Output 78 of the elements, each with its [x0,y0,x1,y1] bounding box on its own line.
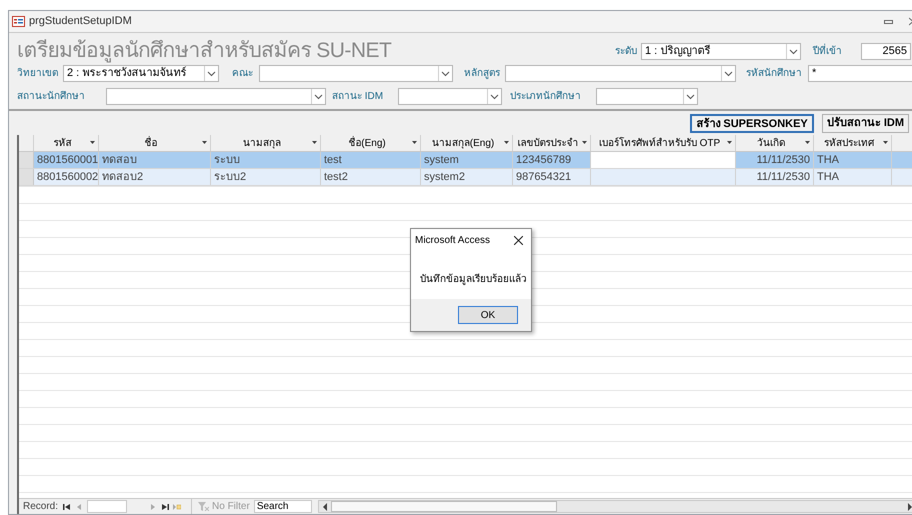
horizontal-scrollbar[interactable] [318,500,912,513]
table-cell: 8801560001 [34,152,99,168]
field-label: คณะ [232,67,254,81]
last-record-icon[interactable] [161,502,170,510]
table-cell: 11/11/2530 [736,152,814,168]
form-icon [12,16,25,27]
sort-arrow-icon[interactable] [503,141,510,145]
dropdown-field[interactable] [505,65,736,82]
field-label: ปีที่เข้า [813,44,857,59]
chevron-down-icon[interactable] [789,48,798,54]
sort-arrow-icon[interactable] [804,141,811,145]
column-header[interactable]: วันเกิด [736,135,814,151]
table-cell: ระบบ2 [211,169,321,185]
field-label: วิทยาเขต [17,67,59,81]
table-cell: ทดสอบ2 [99,169,211,185]
table-cell: ทดสอบ [99,152,211,168]
first-record-icon[interactable] [63,502,72,510]
field-label: หลักสูตร [464,67,501,81]
column-header[interactable]: ชื่อ [99,135,211,151]
dialog-title: Microsoft Access [415,234,492,248]
table-cell[interactable] [591,152,736,168]
window-title: prgStudentSetupIDM [29,14,132,30]
column-header[interactable]: เลขบัตรประจำ [513,135,591,151]
table-cell: system2 [421,169,513,185]
chevron-down-icon[interactable] [441,70,450,76]
close-icon[interactable] [514,236,523,244]
column-header[interactable]: เบอร์โทรศัพท์สำหรับรับ OTP [591,135,736,151]
sort-arrow-icon[interactable] [882,141,889,145]
field-label: ระดับ [614,45,637,59]
record-label: Record: [23,500,58,514]
scroll-right-icon[interactable] [906,502,912,510]
input-field[interactable]: * [808,65,912,82]
sort-arrow-icon[interactable] [201,141,208,145]
chevron-down-icon[interactable] [686,94,695,100]
column-header[interactable]: รหัสประเทศ [814,135,892,151]
dropdown-field[interactable]: 1 : ปริญญาตรี [641,43,801,60]
sort-arrow-icon[interactable] [89,141,96,145]
table-cell: system [421,152,513,168]
dropdown-field[interactable] [106,88,326,105]
record-number-field[interactable] [87,500,128,513]
sort-arrow-icon[interactable] [311,141,318,145]
column-header[interactable]: นามสกุล [211,135,321,151]
table-cell: 11/11/2530 [736,169,814,185]
minimize-icon[interactable] [884,20,893,24]
sort-arrow-icon[interactable] [581,141,588,145]
table-cell: test2 [321,169,421,185]
chevron-down-icon[interactable] [724,70,733,76]
field-label: รหัสนักศึกษา [746,67,803,81]
dropdown-field[interactable] [398,88,502,105]
column-header[interactable]: นามสกุล(Eng) [421,135,513,151]
action-button[interactable]: ปรับสถานะ IDM [822,114,909,132]
chevron-down-icon[interactable] [207,70,216,76]
dropdown-field[interactable] [596,88,698,105]
action-button[interactable]: สร้าง SUPERSONKEY [690,114,814,132]
table-cell: ระบบ [211,152,321,168]
column-header[interactable]: รหัส [34,135,99,151]
table-cell: THA [814,152,892,168]
scroll-left-icon[interactable] [320,502,329,510]
sort-arrow-icon[interactable] [726,141,733,145]
table-cell: THA [814,169,892,185]
column-header[interactable]: ชื่อ(Eng) [321,135,421,151]
search-field[interactable]: Search [254,500,312,513]
field-label: สถานะนักศึกษา [17,90,86,104]
table-cell: 8801560002 [34,169,99,185]
dialog-message: บันทึกข้อมูลเรียบร้อยแล้ว [420,274,527,285]
dropdown-field[interactable]: 2 : พระราชวังสนามจันทร์ [63,65,219,82]
chevron-down-icon[interactable] [314,94,323,100]
chevron-down-icon[interactable] [490,94,499,100]
field-label: ประเภทนักศึกษา [510,90,582,104]
field-label: สถานะ IDM [332,90,384,104]
table-cell: test [321,152,421,168]
input-field[interactable]: 2565 [861,43,911,60]
dropdown-field[interactable] [259,65,453,82]
form-title: เตรียมข้อมูลนักศึกษาสำหรับสมัคร SU-NET [17,38,392,64]
table-cell: 987654321 [513,169,591,185]
filter-icon [198,502,210,511]
ok-button[interactable]: OK [458,306,518,324]
sort-arrow-icon[interactable] [411,141,418,145]
